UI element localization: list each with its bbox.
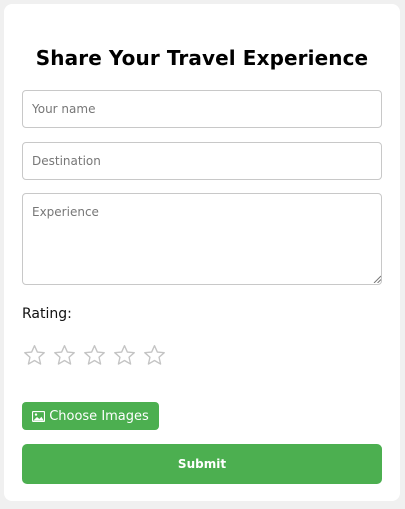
star-rating[interactable]: [22, 343, 167, 369]
star-icon[interactable]: [112, 343, 137, 368]
star-icon[interactable]: [22, 343, 47, 368]
name-input[interactable]: [22, 90, 382, 128]
form-title: Share Your Travel Experience: [35, 46, 369, 70]
star-icon[interactable]: [82, 343, 107, 368]
choose-images-label: Choose Images: [49, 408, 149, 424]
submit-button[interactable]: Submit: [22, 444, 382, 484]
travel-form-card: Share Your Travel Experience Rating: Cho…: [4, 4, 400, 501]
star-icon[interactable]: [52, 343, 77, 368]
image-icon: [32, 410, 46, 422]
destination-input[interactable]: [22, 142, 382, 180]
rating-label: Rating:: [22, 306, 72, 322]
star-icon[interactable]: [142, 343, 167, 368]
resize-handle-icon[interactable]: [373, 275, 381, 283]
choose-images-button[interactable]: Choose Images: [22, 402, 159, 430]
experience-textarea[interactable]: [22, 193, 382, 285]
